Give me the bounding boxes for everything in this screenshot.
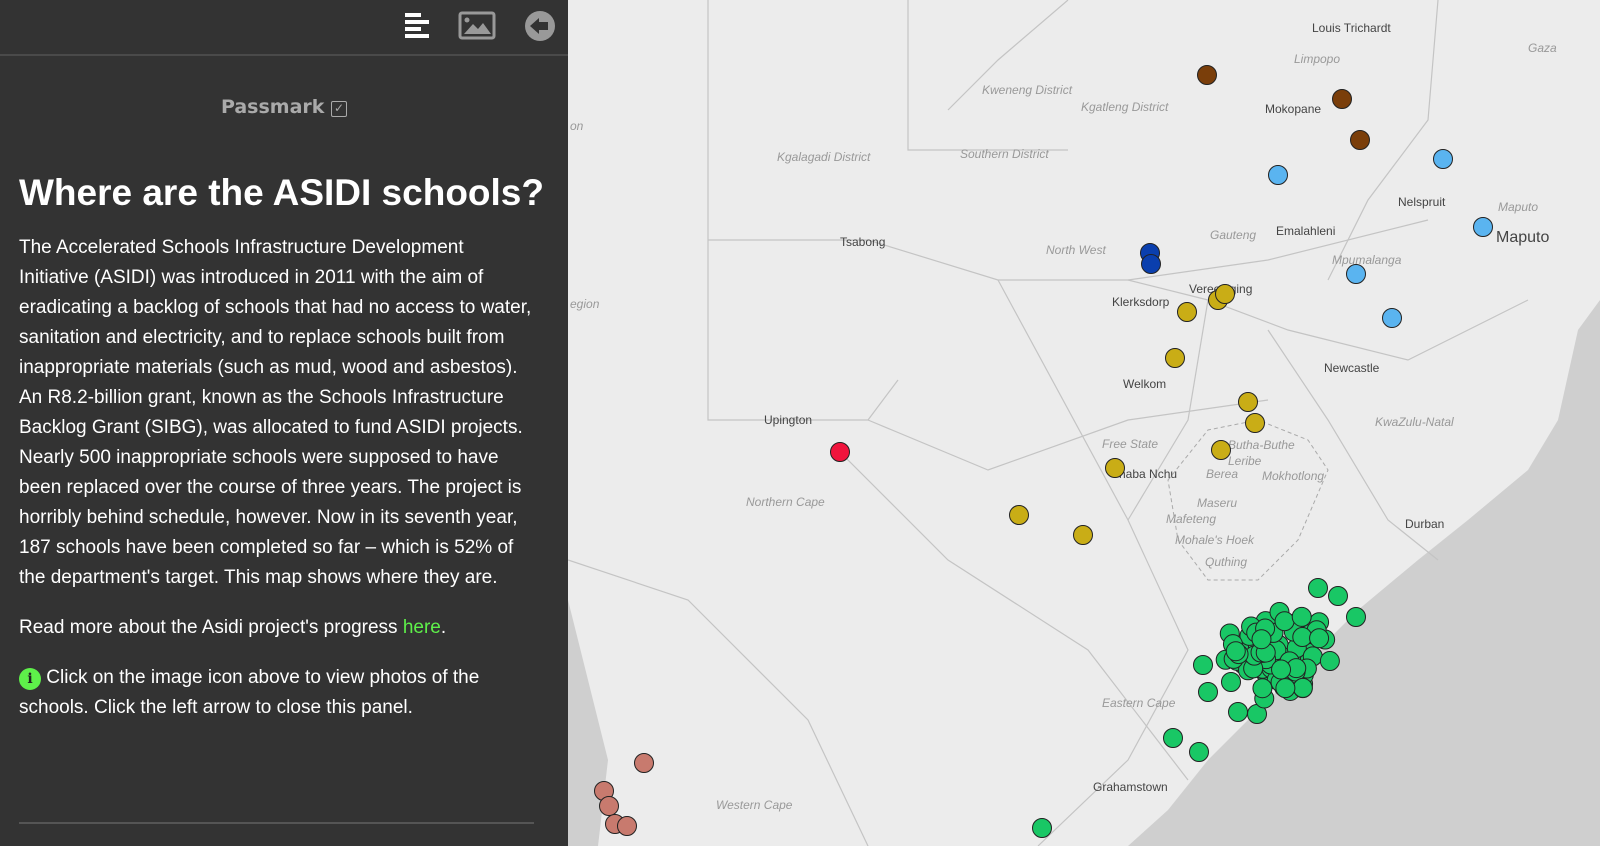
school-marker-green[interactable] — [1319, 651, 1340, 672]
image-icon[interactable] — [458, 10, 498, 42]
school-marker-green[interactable] — [1163, 728, 1183, 748]
school-marker-green[interactable] — [1221, 672, 1241, 692]
school-marker-brown[interactable] — [1332, 89, 1352, 109]
place-label: egion — [570, 297, 600, 311]
school-marker-light-blue[interactable] — [1268, 165, 1288, 185]
school-marker-dark-blue[interactable] — [1141, 254, 1161, 274]
side-panel: Passmark ✓ Where are the ASIDI schools? … — [0, 0, 568, 846]
place-label: Louis Trichardt — [1312, 21, 1391, 35]
school-marker-yellow[interactable] — [1165, 348, 1185, 368]
school-marker-light-blue[interactable] — [1433, 149, 1453, 169]
map[interactable]: Louis Trichardt Limpopo Gaza Kweneng Distri… — [568, 0, 1600, 846]
school-marker-brown[interactable] — [1197, 65, 1217, 85]
here-link[interactable]: here — [403, 617, 441, 638]
read-more-text: Read more about the Asidi project's prog… — [19, 617, 447, 638]
info-text: i Click on the image icon above to view … — [19, 667, 480, 718]
school-marker-salmon[interactable] — [634, 753, 654, 773]
school-marker-green[interactable] — [1271, 659, 1292, 680]
school-marker-yellow[interactable] — [1238, 392, 1258, 412]
place-label: Mokopane — [1265, 102, 1321, 116]
school-marker-green[interactable] — [1193, 655, 1213, 675]
place-label: Kweneng District — [982, 83, 1073, 97]
school-marker-green[interactable] — [1275, 678, 1296, 699]
school-marker-green[interactable] — [1228, 702, 1248, 722]
place-label: Nelspruit — [1398, 195, 1446, 209]
place-label: Durban — [1405, 517, 1444, 531]
place-label: Limpopo — [1294, 52, 1340, 66]
school-marker-green[interactable] — [1292, 677, 1313, 698]
list-icon[interactable] — [404, 10, 432, 40]
school-marker-green[interactable] — [1309, 628, 1330, 649]
school-marker-light-blue[interactable] — [1346, 264, 1366, 284]
place-label: Newcastle — [1324, 361, 1380, 375]
place-label: Tsabong — [840, 235, 885, 249]
school-marker-green[interactable] — [1328, 586, 1348, 606]
intro-text: The Accelerated Schools Infrastructure D… — [19, 237, 532, 588]
school-marker-salmon[interactable] — [599, 796, 619, 816]
place-label: Northern Cape — [746, 495, 825, 509]
arrow-left-circle-icon[interactable] — [524, 10, 556, 42]
place-label: Kgatleng District — [1081, 100, 1169, 114]
place-label: Butha-Buthe — [1228, 438, 1295, 452]
school-marker-green[interactable] — [1274, 611, 1295, 632]
school-marker-yellow[interactable] — [1009, 505, 1029, 525]
school-marker-green[interactable] — [1252, 678, 1273, 699]
school-marker-yellow[interactable] — [1215, 284, 1235, 304]
school-marker-green[interactable] — [1032, 818, 1052, 838]
place-label: Leribe — [1228, 454, 1262, 468]
place-label: North West — [1046, 243, 1106, 257]
school-marker-light-blue[interactable] — [1382, 308, 1402, 328]
place-label: Maseru — [1197, 496, 1237, 510]
place-label: Mafeteng — [1166, 512, 1216, 526]
panel-toolbar — [0, 0, 568, 56]
divider — [19, 822, 534, 824]
place-label: Southern District — [960, 147, 1049, 161]
school-marker-green[interactable] — [1251, 629, 1272, 650]
school-marker-green[interactable] — [1225, 641, 1246, 662]
place-label: Eastern Cape — [1102, 696, 1176, 710]
place-label: Grahamstown — [1093, 780, 1168, 794]
school-marker-brown[interactable] — [1350, 130, 1370, 150]
school-marker-green[interactable] — [1346, 607, 1366, 627]
school-marker-salmon[interactable] — [617, 816, 637, 836]
place-label: Berea — [1206, 467, 1238, 481]
place-label: Western Cape — [716, 798, 793, 812]
place-label: Free State — [1102, 437, 1158, 451]
place-label: on — [570, 119, 584, 133]
info-icon: i — [19, 668, 41, 690]
place-label: Quthing — [1205, 555, 1247, 569]
place-label: Mokhotlong — [1262, 469, 1324, 483]
brand-logo: Passmark ✓ — [0, 96, 568, 118]
place-label: Mpumalanga — [1332, 253, 1402, 267]
place-label: Emalahleni — [1276, 224, 1335, 238]
check-icon: ✓ — [331, 101, 348, 117]
school-marker-green[interactable] — [1308, 578, 1328, 598]
place-label: Gauteng — [1210, 228, 1256, 242]
school-marker-yellow[interactable] — [1105, 458, 1125, 478]
place-label: Kgalagadi District — [777, 150, 871, 164]
place-label: Mohale's Hoek — [1175, 533, 1255, 547]
place-label: Welkom — [1123, 377, 1166, 391]
place-label: Klerksdorp — [1112, 295, 1170, 309]
place-label: Upington — [764, 413, 812, 427]
school-marker-green[interactable] — [1198, 682, 1218, 702]
school-marker-red[interactable] — [830, 442, 850, 462]
school-marker-yellow[interactable] — [1073, 525, 1093, 545]
school-marker-yellow[interactable] — [1211, 440, 1231, 460]
place-label: KwaZulu-Natal — [1375, 415, 1454, 429]
school-marker-yellow[interactable] — [1177, 302, 1197, 322]
place-label: Maputo — [1496, 229, 1549, 246]
school-marker-green[interactable] — [1189, 742, 1209, 762]
place-label: Gaza — [1528, 41, 1557, 55]
school-marker-green[interactable] — [1291, 606, 1312, 627]
place-label: haba Nchu — [1119, 467, 1177, 481]
page-title: Where are the ASIDI schools? — [19, 172, 544, 213]
place-label: Maputo — [1498, 200, 1538, 214]
school-marker-yellow[interactable] — [1245, 413, 1265, 433]
school-marker-light-blue[interactable] — [1473, 217, 1493, 237]
school-marker-green[interactable] — [1292, 627, 1313, 648]
